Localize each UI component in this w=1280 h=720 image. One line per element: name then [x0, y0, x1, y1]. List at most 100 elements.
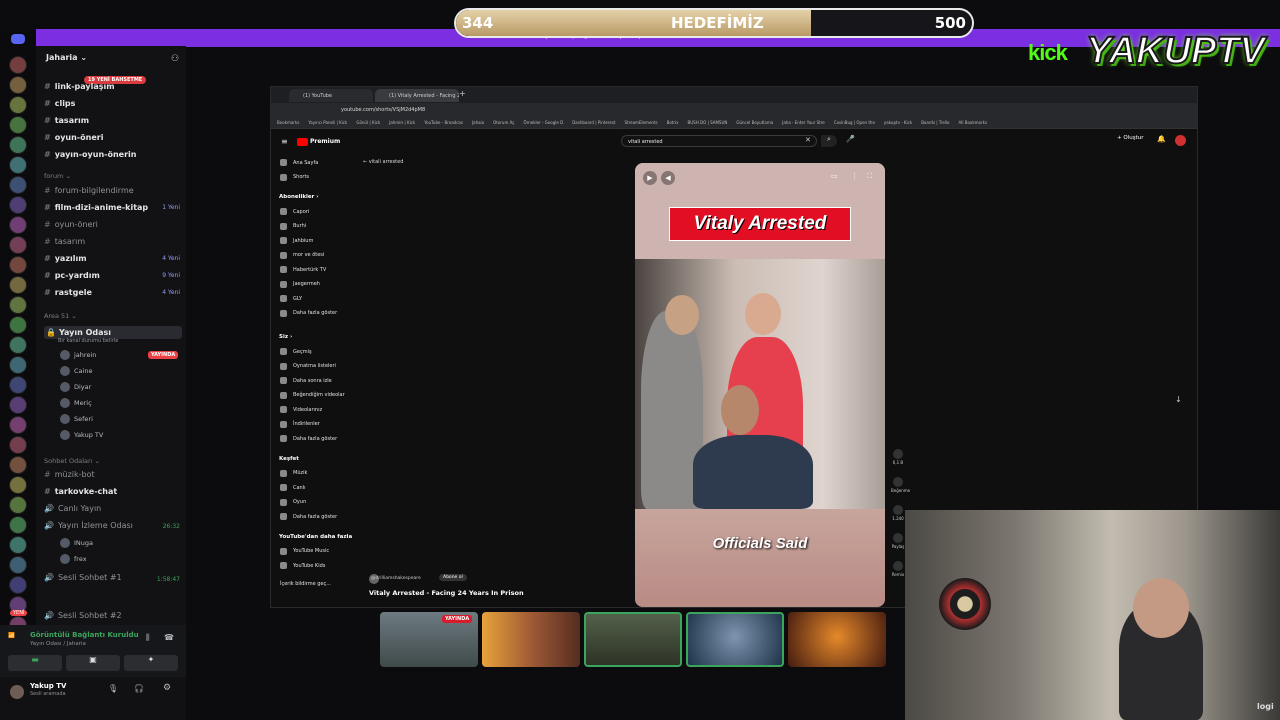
forum-channel-2[interactable]: # oyun-öneri — [44, 220, 98, 229]
subscription-item-2[interactable]: Jahbium — [280, 237, 313, 244]
server-icon[interactable] — [9, 276, 27, 294]
add-friend-icon[interactable]: ⚇ — [171, 54, 179, 64]
server-icon[interactable] — [9, 476, 27, 494]
voice-user[interactable]: Meriç — [60, 398, 92, 408]
activities-button[interactable]: ✦ — [124, 655, 178, 671]
bookmark-item[interactable]: CasinBug | Open the — [834, 120, 875, 125]
channel-3[interactable]: # oyun-öneri — [44, 133, 103, 142]
server-icon[interactable] — [9, 316, 27, 334]
bookmark-item[interactable]: Boards | Trello — [921, 120, 949, 125]
area-category[interactable]: Area 51 ⌄ — [44, 312, 77, 320]
youtube-search-input[interactable]: vitali arrested — [621, 135, 817, 147]
explore-item-1[interactable]: Canlı — [280, 484, 306, 491]
participant-tile-5[interactable] — [788, 612, 886, 667]
server-icon[interactable] — [9, 216, 27, 234]
bookmark-item[interactable]: Bookmarks — [277, 120, 299, 125]
voice-user[interactable]: Caine — [60, 366, 92, 376]
bookmark-item[interactable]: Jahaia — [472, 120, 484, 125]
remix-button[interactable]: Remix — [891, 561, 905, 577]
bookmark-item[interactable]: Güncel Boyutlama — [736, 120, 773, 125]
you-heading[interactable]: Siz › — [279, 334, 292, 340]
bookmark-item[interactable]: BUSH DO | SAMSUN — [688, 120, 728, 125]
server-icon[interactable] — [9, 136, 27, 154]
you-item-0[interactable]: Geçmiş — [280, 348, 312, 355]
connection-location[interactable]: Yayın Odası / Jaharia — [30, 641, 86, 647]
server-icon[interactable] — [9, 116, 27, 134]
server-icon[interactable] — [9, 376, 27, 394]
server-icon[interactable] — [9, 336, 27, 354]
server-icon[interactable] — [9, 96, 27, 114]
subscription-item-7[interactable]: Daha fazla göster — [280, 309, 337, 317]
channel-1[interactable]: # clips — [44, 99, 75, 108]
subscription-item-0[interactable]: Capori — [280, 208, 309, 215]
channel-4[interactable]: # yayın-oyun-önerin — [44, 150, 136, 159]
voice-search-icon[interactable]: 🎤 — [846, 135, 855, 143]
voice-user[interactable]: Diyar — [60, 382, 91, 392]
server-icon[interactable] — [9, 256, 27, 274]
server-icon[interactable] — [9, 536, 27, 554]
more-options-icon[interactable]: ⋮ — [851, 172, 858, 180]
voice-user[interactable]: Seferi — [60, 414, 93, 424]
miniplayer-icon[interactable]: ▭ — [831, 172, 838, 180]
server-icon[interactable] — [9, 56, 27, 74]
server-icon[interactable] — [9, 176, 27, 194]
headphones-icon[interactable]: 🎧 — [134, 684, 144, 693]
server-icon[interactable] — [9, 156, 27, 174]
forum-channel-3[interactable]: # tasarım — [44, 237, 85, 246]
forum-channel-0[interactable]: # forum-bilgilendirme — [44, 186, 134, 195]
short-title[interactable]: Vitaly Arrested - Facing 24 Years In Pri… — [369, 589, 524, 597]
subscription-item-4[interactable]: Habertürk TV — [280, 266, 326, 273]
subscription-item-1[interactable]: Burhi — [280, 222, 306, 230]
explore-item-3[interactable]: Daha fazla göster — [280, 513, 337, 520]
bookmark-item[interactable]: Örnekler - Google D — [524, 120, 564, 125]
forum-channel-6[interactable]: # rastgele — [44, 288, 92, 297]
signal-icon[interactable]: 📶 — [8, 633, 15, 639]
channel-2[interactable]: # tasarım — [44, 116, 89, 125]
bookmark-item[interactable]: StreamElements — [624, 120, 657, 125]
you-item-3[interactable]: Beğendiğim videolar — [280, 391, 345, 399]
server-icon[interactable] — [9, 356, 27, 374]
create-button[interactable]: + Oluştur — [1117, 135, 1143, 141]
share-button[interactable]: Paylaş — [891, 533, 905, 549]
microphone-icon[interactable]: 🎙 — [108, 684, 118, 693]
you-item-5[interactable]: İndirilenler — [280, 420, 320, 428]
play-icon[interactable]: ▶ — [643, 171, 657, 185]
explore-item-0[interactable]: Müzik — [280, 469, 307, 477]
subscription-item-5[interactable]: Jaegermeh — [280, 280, 320, 288]
fullscreen-icon[interactable]: ⛶ — [867, 172, 872, 181]
like-button[interactable]: 6,1 B — [891, 449, 905, 465]
shorts-video-player[interactable]: Vitaly Arrested Officials Said ▶ ◀ ▭ ⋮ ⛶ — [635, 163, 885, 607]
participant-tile-2[interactable] — [482, 612, 580, 667]
chat-channel-3[interactable]: 🔊 Yayın İzleme Odası — [44, 521, 133, 530]
bookmark-item[interactable]: All Bookmarks — [958, 120, 987, 125]
server-icon[interactable] — [9, 436, 27, 454]
noise-icon[interactable]: ⫼ — [146, 633, 150, 643]
channel-0[interactable]: # link-paylaşım — [44, 82, 115, 91]
watch-user[interactable]: frex — [60, 554, 87, 564]
chat-category[interactable]: Sohbet Odaları ⌄ — [44, 457, 100, 465]
more-item-0[interactable]: YouTube Music — [280, 547, 329, 555]
server-icon[interactable] — [9, 416, 27, 434]
camera-button[interactable]: ▬ — [8, 655, 62, 671]
voice-status-text[interactable]: Bir kanal durumu belirle — [58, 338, 118, 344]
watch-user[interactable]: INuga — [60, 538, 93, 548]
server-icon[interactable] — [9, 556, 27, 574]
more-from-youtube-heading[interactable]: YouTube'dan daha fazla — [279, 534, 352, 540]
tab-youtube[interactable]: (1) YouTube — [289, 89, 373, 102]
server-icon[interactable] — [9, 496, 27, 514]
discord-home-icon[interactable] — [11, 34, 25, 44]
dislike-button[interactable]: Beğenme — [891, 477, 910, 493]
bookmark-item[interactable]: YouTube - Broadcas — [424, 120, 463, 125]
you-item-4[interactable]: Videolarınız — [280, 406, 322, 413]
yt-main-item-0[interactable]: Ana Sayfa — [280, 159, 318, 166]
bookmark-item[interactable]: Botrix — [667, 120, 679, 125]
server-icon[interactable] — [9, 296, 27, 314]
server-icon[interactable] — [9, 76, 27, 94]
chat-channel-0[interactable]: # müzik-bot — [44, 470, 95, 479]
screen-share-button[interactable]: ▣ — [66, 655, 120, 671]
search-icon[interactable]: ⌕ — [821, 135, 837, 147]
notifications-bell-icon[interactable]: 🔔 — [1157, 135, 1166, 143]
voice-user[interactable]: Yakup TV — [60, 430, 103, 440]
subscriptions-heading[interactable]: Abonelikler › — [279, 194, 319, 200]
server-icon[interactable] — [9, 236, 27, 254]
